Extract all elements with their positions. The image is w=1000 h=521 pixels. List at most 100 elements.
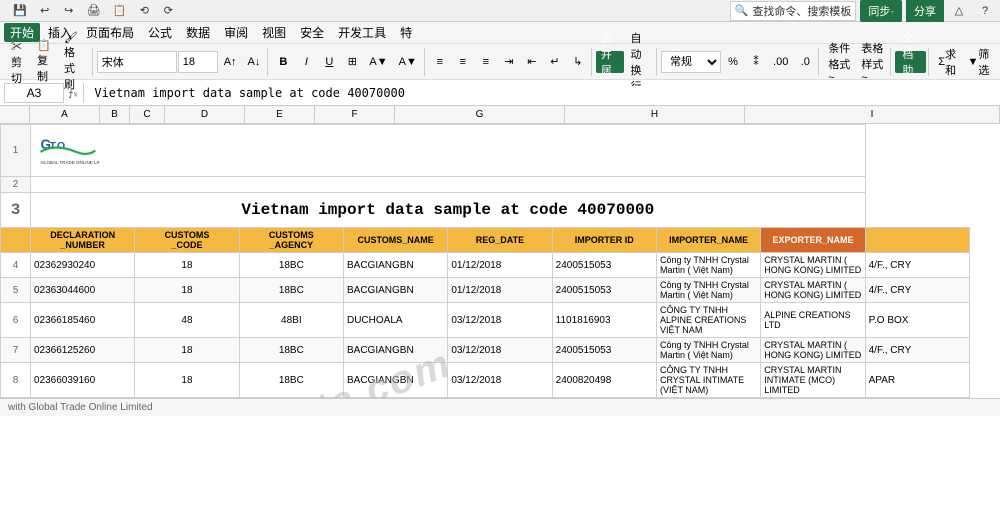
cell-customs-agency-3[interactable]: 18BC bbox=[239, 338, 343, 363]
search-box[interactable]: 🔍 查找命令、搜索模板 bbox=[730, 1, 857, 21]
col-header-h[interactable]: H bbox=[565, 106, 745, 123]
cell-importer-id-4[interactable]: 2400820498 bbox=[552, 363, 656, 398]
cell-extra-1[interactable]: 4/F., CRY bbox=[865, 278, 969, 303]
cut-button[interactable]: ✂ 剪切 bbox=[6, 51, 31, 73]
cell-reg-date-1[interactable]: 01/12/2018 bbox=[448, 278, 552, 303]
cell-importer-name-1[interactable]: Công ty TNHH Crystal Martin ( Việt Nam) bbox=[656, 278, 760, 303]
fill-color-button[interactable]: A▼ bbox=[364, 51, 392, 73]
cell-customs-code-3[interactable]: 18 bbox=[135, 338, 239, 363]
menu-special[interactable]: 特 bbox=[394, 23, 418, 42]
align-left-button[interactable]: ≡ bbox=[429, 51, 451, 73]
menu-view[interactable]: 视图 bbox=[256, 23, 292, 42]
cell-customs-agency-4[interactable]: 18BC bbox=[239, 363, 343, 398]
sync-button[interactable]: 同步· bbox=[860, 0, 902, 22]
format-paint-button[interactable]: 🖌 格式刷 bbox=[59, 51, 90, 73]
cell-importer-id-0[interactable]: 2400515053 bbox=[552, 253, 656, 278]
cell-reg-date-2[interactable]: 03/12/2018 bbox=[448, 303, 552, 338]
italic-button[interactable]: I bbox=[295, 51, 317, 73]
border-button[interactable]: ⊞ bbox=[341, 51, 363, 73]
font-grow-icon[interactable]: A↑ bbox=[219, 51, 242, 73]
menu-dev-tools[interactable]: 开发工具 bbox=[332, 23, 392, 42]
cell-declaration-1[interactable]: 02363044600 bbox=[31, 278, 135, 303]
cell-customs-code-4[interactable]: 18 bbox=[135, 363, 239, 398]
outdent-button[interactable]: ⇤ bbox=[521, 51, 543, 73]
cell-importer-name-2[interactable]: CÔNG TY TNHH ALPINE CREATIONS VIỆT NAM bbox=[656, 303, 760, 338]
menu-formula[interactable]: 公式 bbox=[142, 23, 178, 42]
col-header-e[interactable]: E bbox=[245, 106, 315, 123]
bold-button[interactable]: B bbox=[272, 51, 294, 73]
cell-extra-3[interactable]: 4/F., CRY bbox=[865, 338, 969, 363]
col-header-b[interactable]: B bbox=[100, 106, 130, 123]
cell-exporter-name-0[interactable]: CRYSTAL MARTIN ( HONG KONG) LIMITED bbox=[761, 253, 865, 278]
format-icon[interactable]: 📋 bbox=[108, 0, 132, 22]
cell-reg-date-0[interactable]: 01/12/2018 bbox=[448, 253, 552, 278]
cell-customs-name-2[interactable]: DUCHOALA bbox=[343, 303, 447, 338]
auto-wrap-button[interactable]: 自动换行 bbox=[625, 51, 654, 73]
sum-button[interactable]: Σ 求和 bbox=[933, 51, 962, 73]
col-header-f[interactable]: F bbox=[315, 106, 395, 123]
cell-importer-id-1[interactable]: 2400515053 bbox=[552, 278, 656, 303]
cell-importer-id-3[interactable]: 2400515053 bbox=[552, 338, 656, 363]
cell-importer-name-4[interactable]: CÔNG TY TNHH CRYSTAL INTIMATE (VIỆT NAM) bbox=[656, 363, 760, 398]
menu-review[interactable]: 审阅 bbox=[218, 23, 254, 42]
cell-importer-id-2[interactable]: 1101816903 bbox=[552, 303, 656, 338]
cell-reg-date-3[interactable]: 03/12/2018 bbox=[448, 338, 552, 363]
formula-input[interactable] bbox=[90, 86, 996, 100]
redo-icon[interactable]: ↪ bbox=[58, 0, 80, 22]
cell-declaration-4[interactable]: 02366039160 bbox=[31, 363, 135, 398]
font-shrink-icon[interactable]: A↓ bbox=[243, 51, 266, 73]
cell-extra-4[interactable]: APAR bbox=[865, 363, 969, 398]
font-size-input[interactable] bbox=[178, 51, 218, 73]
cell-customs-name-1[interactable]: BACGIANGBN bbox=[343, 278, 447, 303]
triangle-icon[interactable]: △ bbox=[948, 0, 970, 22]
col-header-a[interactable]: A bbox=[30, 106, 100, 123]
cell-customs-agency-0[interactable]: 18BC bbox=[239, 253, 343, 278]
menu-security[interactable]: 安全 bbox=[294, 23, 330, 42]
cell-declaration-2[interactable]: 02366185460 bbox=[31, 303, 135, 338]
save-icon[interactable]: 💾 bbox=[8, 0, 32, 22]
table-style-button[interactable]: 表格样式~ bbox=[856, 51, 888, 73]
indent2-button[interactable]: ↵ bbox=[544, 51, 566, 73]
print-icon[interactable]: 🖨 bbox=[82, 0, 106, 22]
col-header-i[interactable]: I bbox=[745, 106, 1000, 123]
undo2-icon[interactable]: ⟲ bbox=[133, 0, 155, 22]
align-center-button[interactable]: ≡ bbox=[452, 51, 474, 73]
font-color-button[interactable]: A▼ bbox=[394, 51, 422, 73]
cell-customs-agency-2[interactable]: 48BI bbox=[239, 303, 343, 338]
col-header-c[interactable]: C bbox=[130, 106, 165, 123]
font-name-input[interactable] bbox=[97, 51, 177, 73]
cell-customs-agency-1[interactable]: 18BC bbox=[239, 278, 343, 303]
align-right-button[interactable]: ≡ bbox=[475, 51, 497, 73]
merge-center-button[interactable]: 合并居中 bbox=[596, 51, 625, 73]
menu-data[interactable]: 数据 bbox=[180, 23, 216, 42]
cell-reference-input[interactable] bbox=[4, 83, 64, 103]
quick-access-toolbar[interactable]: 💾 ↩ ↪ 🖨 📋 ⟲ ⟳ bbox=[4, 0, 183, 22]
menu-page-layout[interactable]: 页面布局 bbox=[80, 23, 140, 42]
cell-declaration-3[interactable]: 02366125260 bbox=[31, 338, 135, 363]
cell-customs-code-2[interactable]: 48 bbox=[135, 303, 239, 338]
format-select[interactable]: 常规 bbox=[661, 51, 721, 73]
cell-customs-code-1[interactable]: 18 bbox=[135, 278, 239, 303]
conditional-format-button[interactable]: 条件格式~ bbox=[823, 51, 855, 73]
share-button[interactable]: 分享 bbox=[906, 0, 944, 22]
cell-importer-name-0[interactable]: Công ty TNHH Crystal Martin ( Việt Nam) bbox=[656, 253, 760, 278]
copy-button[interactable]: 📋 复制 bbox=[32, 51, 58, 73]
cell-exporter-name-1[interactable]: CRYSTAL MARTIN ( HONG KONG) LIMITED bbox=[761, 278, 865, 303]
decimal-dec-button[interactable]: .0 bbox=[794, 51, 816, 73]
redo2-icon[interactable]: ⟳ bbox=[157, 0, 179, 22]
undo-icon[interactable]: ↩ bbox=[34, 0, 56, 22]
cell-exporter-name-2[interactable]: ALPINE CREATIONS LTD bbox=[761, 303, 865, 338]
cell-extra-0[interactable]: 4/F., CRY bbox=[865, 253, 969, 278]
indent-button[interactable]: ⇥ bbox=[498, 51, 520, 73]
col-header-g[interactable]: G bbox=[395, 106, 565, 123]
cell-customs-name-3[interactable]: BACGIANGBN bbox=[343, 338, 447, 363]
col-header-d[interactable]: D bbox=[165, 106, 245, 123]
help-icon[interactable]: ? bbox=[974, 0, 996, 22]
formula-fx-icon[interactable]: ⨍ₓ bbox=[68, 86, 77, 99]
cell-customs-name-4[interactable]: BACGIANGBN bbox=[343, 363, 447, 398]
underline-button[interactable]: U bbox=[318, 51, 340, 73]
cell-importer-name-3[interactable]: Công ty TNHH Crystal Martin ( Việt Nam) bbox=[656, 338, 760, 363]
cell-exporter-name-4[interactable]: CRYSTAL MARTIN INTIMATE (MCO) LIMITED bbox=[761, 363, 865, 398]
cell-extra-2[interactable]: P.O BOX bbox=[865, 303, 969, 338]
cell-exporter-name-3[interactable]: CRYSTAL MARTIN ( HONG KONG) LIMITED bbox=[761, 338, 865, 363]
